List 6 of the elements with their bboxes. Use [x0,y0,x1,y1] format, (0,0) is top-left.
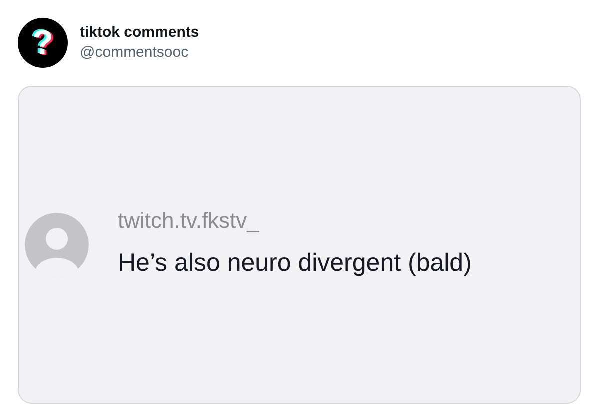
comment-text: He’s also neuro divergent (bald) [118,248,472,279]
author-handle[interactable]: @commentsooc [80,43,200,63]
avatar-icon [25,213,89,277]
author-name[interactable]: tiktok comments [80,23,200,43]
avatar-glyph: ? [32,26,54,60]
profile-avatar[interactable]: ? [18,18,68,68]
